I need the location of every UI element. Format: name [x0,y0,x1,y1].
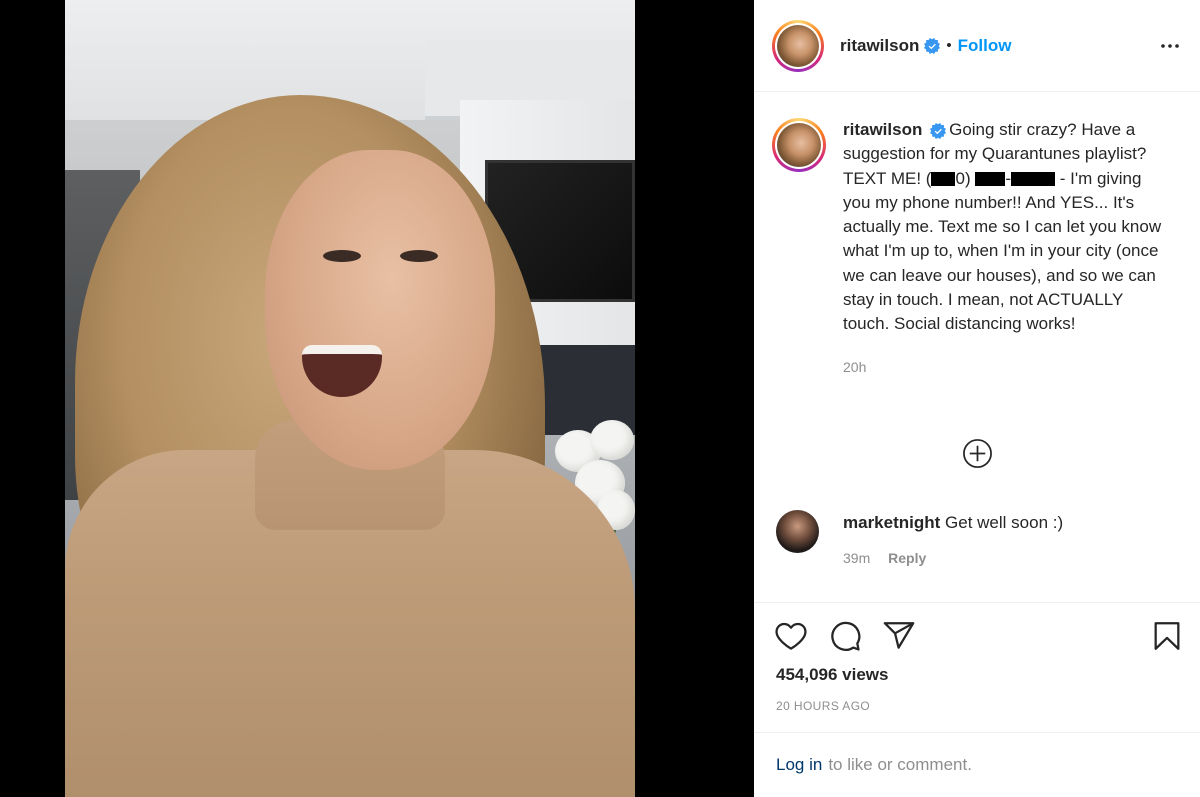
comment-time[interactable]: 39m [843,550,870,566]
video-player[interactable] [65,0,635,797]
header-username[interactable]: ritawilson [840,36,919,56]
comment-item: marketnight Get well soon :) 39m Reply [776,510,1186,566]
bookmark-icon[interactable] [1150,619,1184,653]
post-media[interactable] [0,0,754,797]
reply-button[interactable]: Reply [888,550,926,566]
comment-message: Get well soon :) [945,513,1064,532]
redaction-bar [1011,171,1056,186]
header-separator: • [946,37,952,54]
verified-badge-icon [924,37,941,54]
comment-meta: 39m Reply [843,550,1063,566]
post-header: ritawilson • Follow [754,0,1200,92]
comment-avatar[interactable] [776,510,819,553]
comment-body: marketnight Get well soon :) 39m Reply [843,510,1063,566]
login-link[interactable]: Log in [776,755,822,775]
redaction-bar [975,171,1006,186]
heart-icon[interactable] [774,619,808,653]
post-timestamp[interactable]: 20 HOURS AGO [776,699,870,713]
redaction-bar [931,171,956,186]
header-avatar[interactable] [772,19,824,72]
login-prompt: Log in to like or comment. [754,732,1200,797]
comment-username[interactable]: marketnight [843,513,940,532]
verified-badge-icon [930,122,947,139]
load-more-comments-icon[interactable] [962,438,993,469]
more-horizontal-icon[interactable] [1158,34,1182,58]
login-suffix: to like or comment. [828,755,972,774]
caption-text: ritawilson Going stir crazy? Have a sugg… [843,118,1173,337]
caption-username[interactable]: ritawilson [843,120,922,139]
person-eye [400,250,438,262]
person-eye [323,250,361,262]
view-count[interactable]: 454,096 views [776,665,888,685]
caption-time[interactable]: 20h [843,359,1173,375]
post-actions: 454,096 views 20 HOURS AGO [754,602,1200,732]
person-face [265,150,495,470]
caption-body: ritawilson Going stir crazy? Have a sugg… [843,118,1173,375]
follow-button[interactable]: Follow [958,36,1012,56]
comment-icon[interactable] [828,619,862,653]
share-icon[interactable] [882,619,916,653]
post-caption: ritawilson Going stir crazy? Have a sugg… [772,118,1182,375]
post-panel: ritawilson • Follow ritawilson Going sti… [754,0,1200,797]
caption-text-part2: 0) [955,168,971,188]
caption-text-part4: - I'm giving you my phone number!! And Y… [843,168,1162,334]
comment-text: marketnight Get well soon :) [843,510,1063,536]
caption-avatar[interactable] [772,118,826,172]
